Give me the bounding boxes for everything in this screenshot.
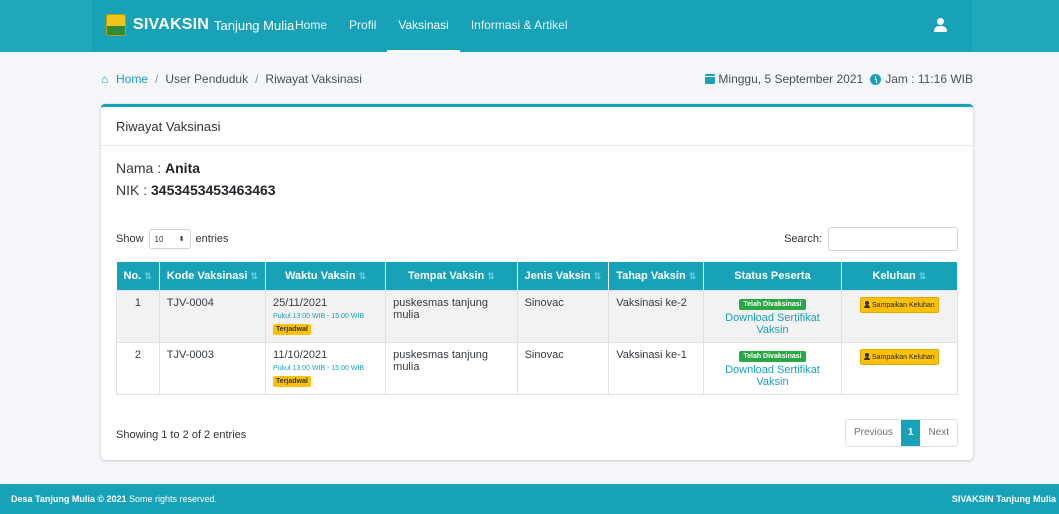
nama-line: Nama : Anita bbox=[116, 160, 958, 176]
table-row: 1 TJV-0004 25/11/2021 Pukul 13:00 WIB - … bbox=[116, 289, 959, 343]
riwayat-card: Riwayat Vaksinasi Nama : Anita NIK : 345… bbox=[101, 104, 973, 460]
entries-value: 10 bbox=[154, 234, 164, 244]
footer: Desa Tanjung Mulia © 2021 Some rights re… bbox=[0, 484, 1059, 514]
nik-label: NIK : bbox=[116, 182, 152, 198]
entries-label: entries bbox=[195, 233, 229, 245]
home-icon: ⌂ bbox=[101, 71, 109, 86]
cell-keluhan: Sampaikan Keluhan bbox=[840, 341, 959, 395]
col-tahap-vaksin[interactable]: Tahap Vaksin ⇅ bbox=[608, 262, 705, 290]
nav-informasi-artikel[interactable]: Informasi & Artikel bbox=[460, 0, 579, 52]
riwayat-table: No. ⇅ Kode Vaksinasi ⇅ Waktu Vaksin ⇅ Tempa… bbox=[116, 262, 959, 395]
brand-name: SIVAKSIN bbox=[133, 16, 209, 33]
show-label: Show bbox=[116, 233, 144, 245]
brand[interactable]: SIVAKSIN Tanjung Mulia bbox=[106, 14, 294, 36]
datatable-controls: Show 10 ⬍ entries Search: bbox=[116, 227, 958, 253]
search-label: Search: bbox=[784, 233, 822, 245]
footer-copyright-bold: Desa Tanjung Mulia © 2021 bbox=[11, 494, 127, 504]
cell-waktu: 25/11/2021 Pukul 13:00 WIB - 15:00 WIB T… bbox=[265, 289, 387, 343]
card-title: Riwayat Vaksinasi bbox=[101, 107, 973, 146]
cell-tempat: puskesmas tanjung mulia bbox=[385, 341, 518, 395]
brand-logo-icon bbox=[106, 14, 126, 36]
waktu-pukul: Pukul 13:00 WIB - 15:00 WIB bbox=[273, 364, 365, 372]
nama-label: Nama : bbox=[116, 160, 166, 176]
download-sertifikat-link[interactable]: Download Sertifikat Vaksin bbox=[711, 364, 833, 388]
select-arrows-icon: ⬍ bbox=[178, 236, 185, 243]
user-menu-icon[interactable] bbox=[934, 18, 947, 32]
cell-status: Telah Divaksinasi Download Sertifikat Va… bbox=[703, 289, 842, 343]
status-badge: Terjadwal bbox=[273, 375, 311, 387]
top-navbar: SIVAKSIN Tanjung Mulia Home Profil Vaksi… bbox=[0, 0, 1059, 52]
status-badge: Telah Divaksinasi bbox=[739, 298, 806, 310]
waktu-pukul: Pukul 13:00 WIB - 15:00 WIB bbox=[273, 312, 365, 320]
nama-value: Anita bbox=[165, 160, 201, 176]
table-info: Showing 1 to 2 of 2 entries bbox=[116, 429, 247, 441]
user-icon bbox=[864, 352, 871, 360]
pagination: Previous 1 Next bbox=[844, 419, 958, 447]
cell-tempat: puskesmas tanjung mulia bbox=[385, 289, 518, 343]
user-icon bbox=[864, 300, 871, 308]
nav-home[interactable]: Home bbox=[284, 0, 338, 52]
datetime-display: Minggu, 5 September 2021 Jam : 11:16 WIB bbox=[705, 72, 973, 86]
col-status-peserta[interactable]: Status Peserta bbox=[703, 262, 842, 290]
cell-kode: TJV-0003 bbox=[158, 341, 267, 395]
clock-icon bbox=[870, 73, 882, 85]
breadcrumb-current: Riwayat Vaksinasi bbox=[265, 72, 362, 86]
col-tempat-vaksin[interactable]: Tempat Vaksin ⇅ bbox=[385, 262, 518, 290]
col-waktu-vaksin[interactable]: Waktu Vaksin ⇅ bbox=[265, 262, 387, 290]
table-row: 2 TJV-0003 11/10/2021 Pukul 13:00 WIB - … bbox=[116, 341, 959, 395]
cell-kode: TJV-0004 bbox=[158, 289, 267, 343]
col-keluhan[interactable]: Keluhan ⇅ bbox=[841, 262, 959, 290]
calendar-icon bbox=[705, 74, 716, 84]
cell-jenis: Sinovac bbox=[516, 289, 610, 343]
date-text: Minggu, 5 September 2021 bbox=[718, 72, 864, 86]
cell-status: Telah Divaksinasi Download Sertifikat Va… bbox=[703, 341, 842, 395]
cell-no: 1 bbox=[116, 289, 160, 343]
footer-copyright: Desa Tanjung Mulia © 2021 Some rights re… bbox=[11, 494, 217, 504]
breadcrumb-home[interactable]: Home bbox=[116, 72, 148, 86]
breadcrumb: ⌂ Home / User Penduduk / Riwayat Vaksina… bbox=[101, 72, 362, 86]
navbar-container: SIVAKSIN Tanjung Mulia Home Profil Vaksi… bbox=[92, 0, 972, 52]
breadcrumb-separator: / bbox=[155, 72, 159, 86]
cell-jenis: Sinovac bbox=[516, 341, 610, 395]
breadcrumb-user-penduduk[interactable]: User Penduduk bbox=[165, 72, 248, 86]
footer-copyright-rest: Some rights reserved. bbox=[126, 494, 218, 504]
cell-tahap: Vaksinasi ke-1 bbox=[608, 341, 705, 395]
breadcrumb-separator: / bbox=[255, 72, 259, 86]
waktu-tanggal: 25/11/2021 bbox=[273, 296, 328, 309]
cell-keluhan: Sampaikan Keluhan bbox=[840, 289, 959, 343]
footer-brand: SIVAKSIN Tanjung Mulia bbox=[951, 494, 1056, 504]
nav-profil[interactable]: Profil bbox=[338, 0, 387, 52]
pager-next[interactable]: Next bbox=[920, 420, 957, 446]
status-badge: Terjadwal bbox=[273, 323, 311, 335]
col-jenis-vaksin[interactable]: Jenis Vaksin ⇅ bbox=[517, 262, 610, 290]
cell-tahap: Vaksinasi ke-2 bbox=[608, 289, 705, 343]
nav-links: Home Profil Vaksinasi Informasi & Artike… bbox=[284, 0, 579, 52]
show-entries: Show 10 ⬍ entries bbox=[116, 229, 229, 249]
waktu-tanggal: 11/10/2021 bbox=[273, 348, 328, 361]
search-wrap: Search: bbox=[784, 227, 958, 251]
table-header-row: No. ⇅ Kode Vaksinasi ⇅ Waktu Vaksin ⇅ Tempa… bbox=[116, 262, 959, 290]
pager-page-1[interactable]: 1 bbox=[900, 420, 921, 446]
sampaikan-keluhan-button[interactable]: Sampaikan Keluhan bbox=[860, 348, 939, 365]
entries-select[interactable]: 10 ⬍ bbox=[148, 229, 191, 249]
time-text: Jam : 11:16 WIB bbox=[885, 72, 973, 86]
download-sertifikat-link[interactable]: Download Sertifikat Vaksin bbox=[711, 312, 833, 336]
card-body: Nama : Anita NIK : 3453453453463463 bbox=[101, 160, 973, 198]
cell-no: 2 bbox=[116, 341, 160, 395]
sampaikan-keluhan-button[interactable]: Sampaikan Keluhan bbox=[860, 296, 939, 313]
status-badge: Telah Divaksinasi bbox=[739, 350, 806, 362]
cell-waktu: 11/10/2021 Pukul 13:00 WIB - 15:00 WIB T… bbox=[265, 341, 387, 395]
brand-subtitle: Tanjung Mulia bbox=[213, 17, 295, 33]
nik-value: 3453453453463463 bbox=[151, 182, 276, 198]
search-input[interactable] bbox=[828, 227, 958, 251]
nik-line: NIK : 3453453453463463 bbox=[116, 182, 958, 198]
col-no[interactable]: No. ⇅ bbox=[116, 262, 160, 290]
pager-previous[interactable]: Previous bbox=[846, 420, 901, 446]
col-kode-vaksinasi[interactable]: Kode Vaksinasi ⇅ bbox=[159, 262, 267, 290]
nav-vaksinasi[interactable]: Vaksinasi bbox=[387, 0, 460, 52]
